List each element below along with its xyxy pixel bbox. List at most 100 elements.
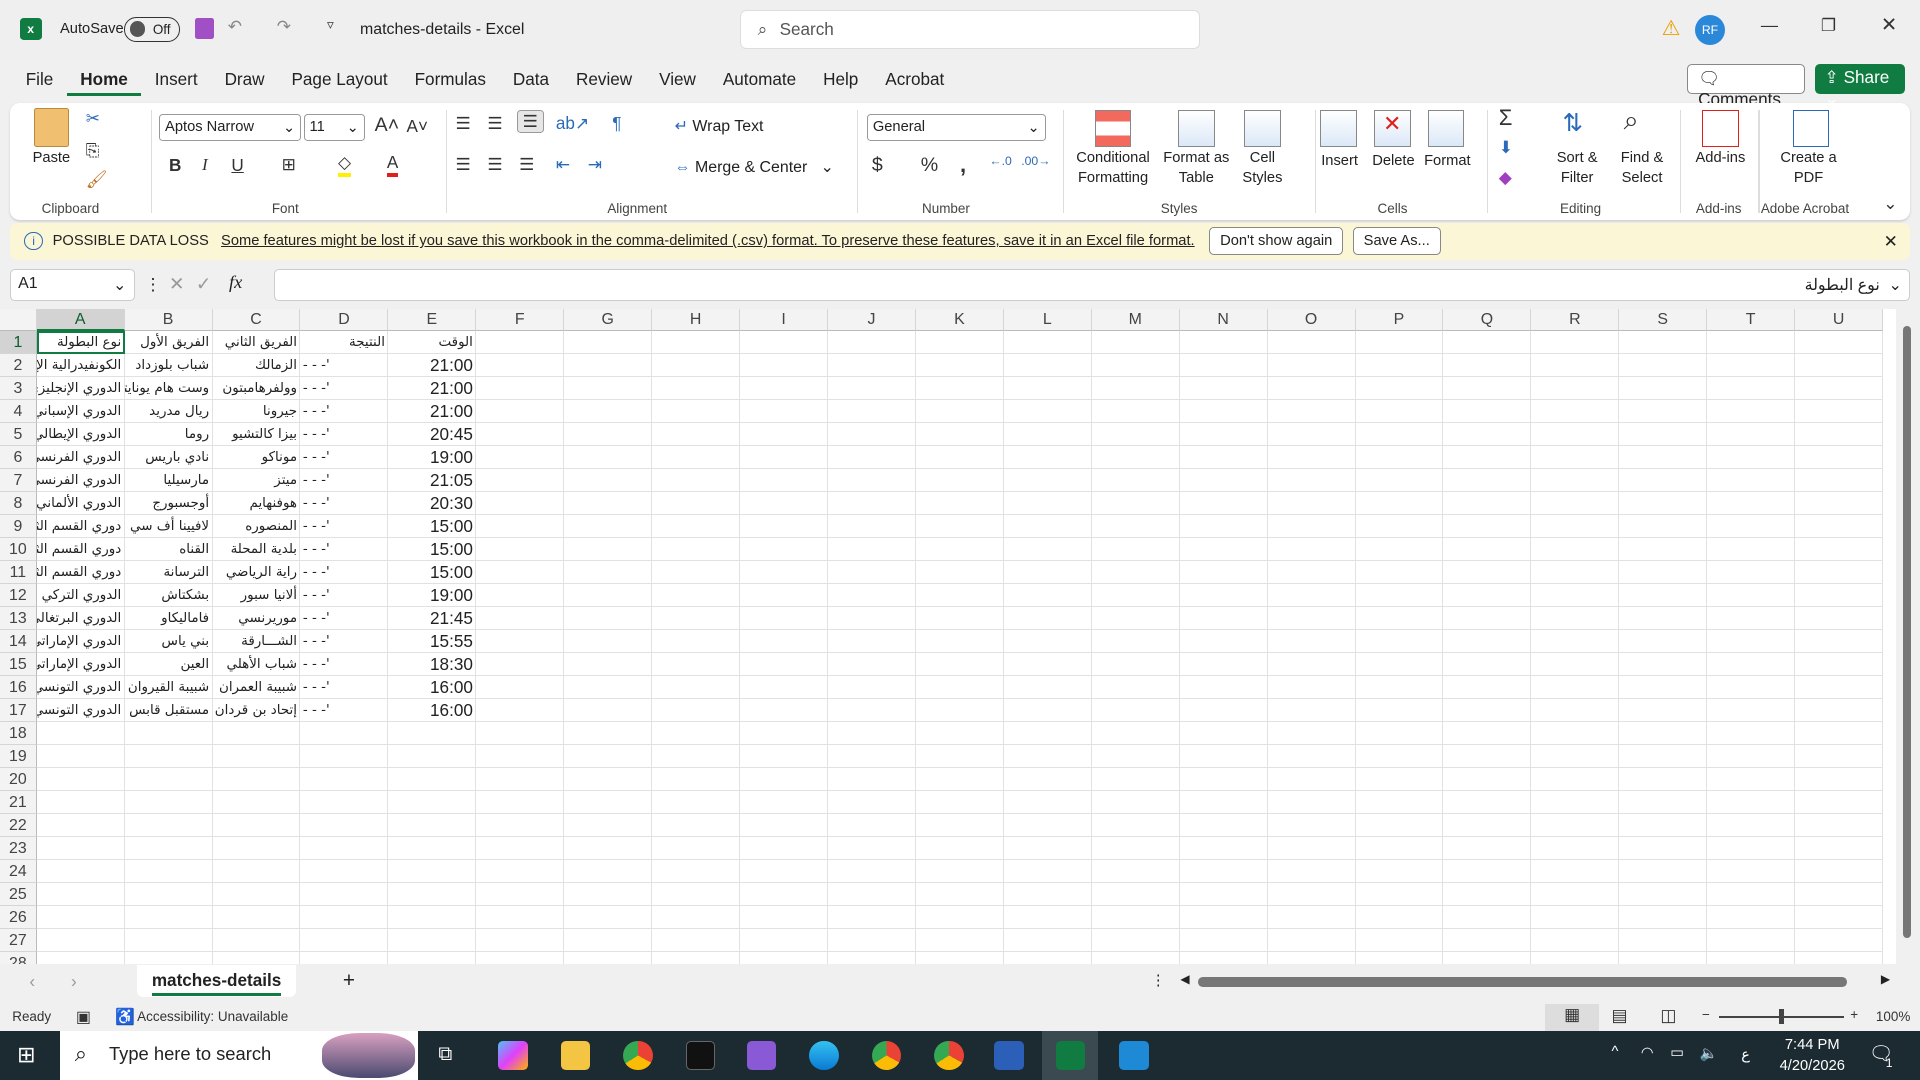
cell-P10[interactable] [1355,537,1444,561]
cell-L16[interactable] [1003,675,1092,699]
cell-K24[interactable] [915,860,1004,884]
cell-D22[interactable] [300,814,389,838]
cell-J20[interactable] [828,767,916,791]
cell-J12[interactable] [828,583,916,607]
cell-P9[interactable] [1355,514,1444,538]
cell-G18[interactable] [564,721,653,745]
column-header-J[interactable]: J [828,308,916,331]
tab-acrobat[interactable]: Acrobat [872,64,958,96]
save-as-button[interactable]: Save As... [1352,227,1441,256]
vertical-scrollbar[interactable] [1895,308,1920,964]
cell-K4[interactable] [915,399,1004,423]
cell-G17[interactable] [564,698,653,722]
cell-R22[interactable] [1531,814,1620,838]
cell-N11[interactable] [1179,560,1268,584]
format-cells-icon[interactable] [1427,110,1465,147]
zoom-level[interactable]: 100% [1876,1009,1910,1024]
cell-C14[interactable]: الشـــارقة [212,629,301,653]
cell-Q10[interactable] [1443,537,1532,561]
cell-L18[interactable] [1003,721,1092,745]
cell-L22[interactable] [1003,814,1092,838]
cell-I18[interactable] [740,721,828,745]
cell-N5[interactable] [1179,422,1268,446]
cell-F16[interactable] [476,675,565,699]
tab-view[interactable]: View [646,64,710,96]
cell-B27[interactable] [124,929,213,953]
row-header-26[interactable]: 26 [0,906,37,930]
cell-E21[interactable] [388,791,477,815]
cell-K7[interactable] [915,468,1004,492]
cell-T15[interactable] [1707,652,1796,676]
cell-D14[interactable]: - - -' [300,629,389,653]
cell-B12[interactable]: بشكتاش [124,583,213,607]
row-header-17[interactable]: 17 [0,698,37,722]
cell-O18[interactable] [1267,721,1356,745]
cell-R27[interactable] [1531,929,1620,953]
cell-I12[interactable] [740,583,828,607]
cell-L21[interactable] [1003,791,1092,815]
cell-A4[interactable]: الدوري الإسباني [36,399,125,423]
cell-R3[interactable] [1531,376,1620,400]
cell-U27[interactable] [1795,929,1884,953]
minimize-icon[interactable]: — [1761,15,1778,36]
cell-N17[interactable] [1179,698,1268,722]
column-header-H[interactable]: H [652,308,741,331]
cell-R9[interactable] [1531,514,1620,538]
cell-C12[interactable]: ألانيا سبور [212,583,301,607]
cell-M9[interactable] [1091,514,1180,538]
cell-C25[interactable] [212,883,301,907]
cell-T2[interactable] [1707,353,1796,377]
cell-S16[interactable] [1619,675,1708,699]
cell-D5[interactable]: - - -' [300,422,389,446]
cell-M28[interactable] [1092,952,1180,964]
cell-T1[interactable] [1707,330,1796,354]
expand-formula-icon[interactable]: ⌄ [1889,275,1902,295]
cell-J16[interactable] [828,675,916,699]
cell-E7[interactable]: 21:05 [388,468,477,492]
insert-cells-icon[interactable] [1319,110,1357,147]
cell-R16[interactable] [1531,675,1620,699]
cell-J17[interactable] [828,698,916,722]
cell-P17[interactable] [1355,698,1444,722]
cell-O9[interactable] [1267,514,1356,538]
cell-B17[interactable]: مستقبل قابس [124,698,213,722]
cell-K9[interactable] [915,514,1004,538]
cell-E16[interactable]: 16:00 [388,675,477,699]
cell-S20[interactable] [1619,767,1708,791]
column-header-U[interactable]: U [1795,308,1884,331]
cell-Q7[interactable] [1443,468,1532,492]
row-header-11[interactable]: 11 [0,560,37,584]
decrease-font-icon[interactable]: A˅ [407,116,428,137]
cell-B10[interactable]: القناه [124,537,213,561]
cell-H7[interactable] [652,468,741,492]
font-color-icon[interactable]: A [386,152,399,177]
cell-J22[interactable] [828,814,916,838]
cell-I20[interactable] [740,767,828,791]
cell-A5[interactable]: الدوري الإيطالي [36,422,125,446]
cell-K11[interactable] [915,560,1004,584]
cell-G26[interactable] [564,906,653,930]
cell-Q26[interactable] [1443,906,1532,930]
column-header-E[interactable]: E [388,308,477,331]
cell-C2[interactable]: الزمالك [212,353,301,377]
cell-K14[interactable] [915,629,1004,653]
cell-B11[interactable]: الترسانة [124,560,213,584]
collapse-ribbon-icon[interactable]: ⌄ [1883,193,1897,214]
row-header-19[interactable]: 19 [0,744,37,768]
row-header-7[interactable]: 7 [0,468,37,492]
cell-L15[interactable] [1003,652,1092,676]
cell-K15[interactable] [915,652,1004,676]
cell-T13[interactable] [1707,606,1796,630]
cell-S21[interactable] [1619,791,1708,815]
tab-file[interactable]: File [12,64,67,96]
cell-G4[interactable] [564,399,653,423]
cell-U2[interactable] [1795,353,1884,377]
close-infobar-icon[interactable]: ✕ [1884,231,1898,252]
cell-B13[interactable]: فاماليكاو [124,606,213,630]
cell-O3[interactable] [1267,376,1356,400]
cell-N1[interactable] [1179,330,1268,354]
cell-L12[interactable] [1003,583,1092,607]
sort-filter-icon[interactable]: ⇅ [1562,108,1583,138]
cell-A9[interactable]: دوري القسم الثاني [36,514,125,538]
cell-N13[interactable] [1179,606,1268,630]
